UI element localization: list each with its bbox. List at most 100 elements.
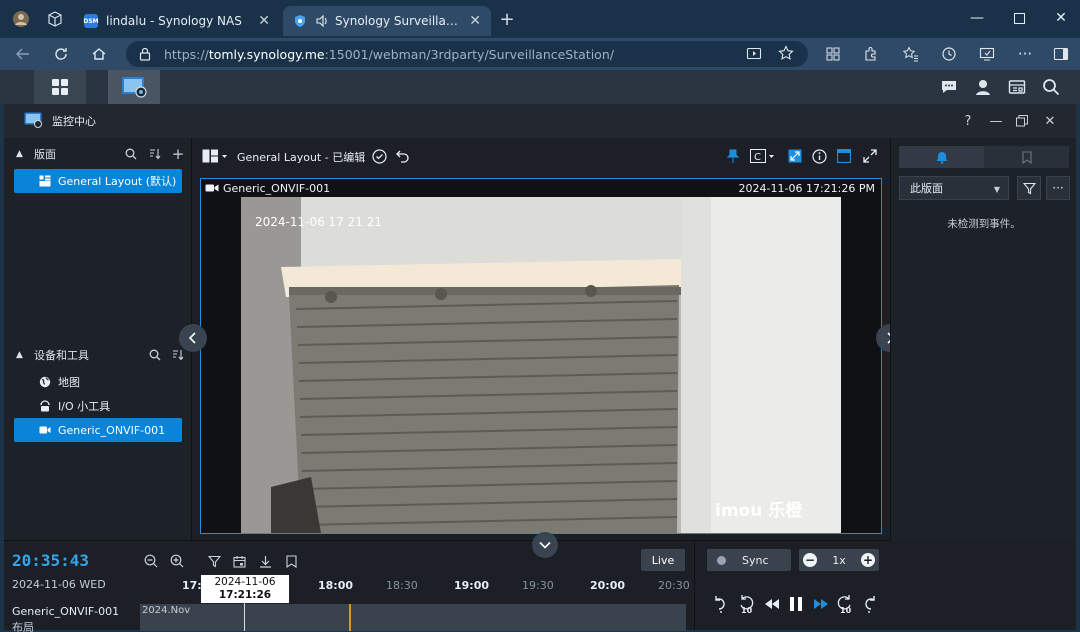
close-window-icon[interactable]: ✕ — [1046, 8, 1076, 28]
new-tab-icon[interactable]: + — [498, 9, 516, 30]
speed-increase-button[interactable]: + — [860, 553, 875, 567]
tab-surveillance-station[interactable]: Synology Surveillance Station ✕ — [283, 6, 491, 36]
devices-section-title: 设备和工具 — [34, 349, 89, 362]
event-scope-select[interactable]: 此版面 ▼ — [899, 176, 1009, 200]
favorites-icon[interactable] — [902, 45, 920, 63]
refresh-icon[interactable] — [52, 45, 70, 63]
pause-icon[interactable] — [787, 594, 805, 614]
screen-cast-icon[interactable] — [978, 45, 996, 63]
info-icon[interactable] — [811, 148, 827, 164]
more-options-button[interactable]: ··· — [1046, 176, 1070, 200]
collapse-caret-icon[interactable]: ▲ — [16, 149, 26, 159]
track-month-label: 2024.Nov — [142, 605, 191, 616]
fast-forward-icon[interactable] — [812, 594, 830, 614]
aspect-ratio-icon[interactable] — [787, 148, 803, 164]
favorite-star-icon[interactable] — [778, 45, 794, 64]
browser-titlebar: DSM lindalu - Synology NAS ✕ Synology Su… — [0, 0, 1080, 38]
pin-icon[interactable] — [725, 148, 741, 164]
search-icon[interactable] — [124, 147, 138, 161]
close-app-icon[interactable]: ✕ — [1042, 113, 1058, 129]
minimize-window-icon[interactable]: — — [962, 8, 992, 28]
back-icon[interactable] — [14, 45, 32, 63]
sync-indicator-icon — [717, 555, 726, 565]
collapse-caret-icon[interactable]: ▲ — [16, 350, 26, 360]
timeline-tick: 20:00 — [590, 579, 626, 592]
live-button[interactable]: Live — [641, 549, 685, 571]
widgets-icon[interactable] — [1008, 78, 1026, 96]
device-item-camera[interactable]: Generic_ONVIF-001 — [14, 418, 182, 442]
chat-icon[interactable] — [940, 78, 958, 96]
user-icon[interactable] — [974, 78, 992, 96]
fullscreen-icon[interactable] — [862, 148, 878, 164]
sync-toggle[interactable]: Sync — [707, 549, 791, 571]
home-icon[interactable] — [90, 45, 108, 63]
workspaces-icon[interactable] — [46, 10, 64, 28]
next-event-icon[interactable] — [861, 594, 879, 614]
viewer-timestamp: 2024-11-06 17:21:26 PM — [738, 182, 875, 195]
playhead-line[interactable] — [244, 603, 245, 631]
sort-icon[interactable] — [171, 348, 185, 362]
window-mode-icon[interactable] — [836, 148, 852, 164]
lock-icon[interactable] — [138, 47, 152, 61]
current-clock: 20:35:43 — [12, 551, 90, 570]
tab-notifications[interactable] — [899, 146, 984, 168]
bookmark-icon — [1021, 150, 1032, 164]
camera-icon — [38, 423, 52, 437]
undo-icon[interactable] — [395, 148, 411, 164]
tab-synology-nas[interactable]: DSM lindalu - Synology NAS ✕ — [74, 6, 280, 36]
help-icon[interactable]: ? — [960, 113, 976, 129]
save-check-icon[interactable] — [371, 148, 387, 164]
profile-avatar-icon[interactable] — [12, 10, 30, 28]
filter-button[interactable] — [1017, 176, 1041, 200]
recording-marker[interactable] — [349, 604, 351, 631]
sort-icon[interactable] — [148, 147, 162, 161]
display-mode-icon[interactable]: C — [750, 148, 776, 164]
layout-switch-icon[interactable] — [202, 148, 228, 164]
zoom-out-icon[interactable] — [144, 554, 158, 568]
video-frame-image: 2024-11-06 17 21 21 imou 乐橙 — [241, 197, 841, 533]
add-layout-icon[interactable]: + — [171, 145, 185, 163]
download-icon[interactable] — [258, 554, 272, 568]
recording-track[interactable] — [140, 604, 686, 631]
collapse-timeline-button[interactable] — [532, 532, 558, 558]
camera-viewer[interactable]: Generic_ONVIF-001 2024-11-06 17:21:26 PM — [200, 178, 882, 534]
bookmark-icon[interactable] — [284, 554, 298, 568]
search-icon[interactable] — [148, 348, 162, 362]
rewind-10s-icon[interactable]: 10 — [737, 594, 755, 614]
sidebar-toggle-icon[interactable] — [1052, 45, 1070, 63]
layouts-section-header[interactable]: ▲ 版面 + — [4, 141, 192, 167]
devices-section-header[interactable]: ▲ 设备和工具 — [4, 342, 192, 368]
speed-decrease-button[interactable]: − — [803, 553, 817, 567]
tab-bookmarks[interactable] — [984, 146, 1069, 168]
zoom-in-icon[interactable] — [170, 554, 184, 568]
prev-page-button[interactable] — [179, 324, 207, 352]
minimize-app-icon[interactable]: — — [988, 113, 1004, 129]
step-backward-icon[interactable] — [763, 594, 781, 614]
tab-groups-icon[interactable] — [824, 45, 842, 63]
address-field[interactable]: https://tomly.synology.me:15001/webman/3… — [126, 41, 808, 67]
surveillance-app-icon[interactable] — [108, 70, 160, 104]
device-item-io-widget[interactable]: I/O 小工具 — [14, 394, 182, 418]
camera-brand-watermark: imou 乐橙 — [715, 500, 803, 521]
calendar-icon[interactable] — [232, 554, 246, 568]
extensions-icon[interactable] — [862, 45, 880, 63]
current-date: 2024-11-06 WED — [12, 578, 106, 591]
timeline-tick: 20:30 — [658, 579, 690, 592]
filter-icon[interactable] — [207, 554, 221, 568]
more-menu-icon[interactable]: ··· — [1016, 45, 1034, 63]
close-tab-icon[interactable]: ✕ — [469, 13, 481, 29]
speaker-icon[interactable] — [315, 14, 329, 28]
main-menu-icon[interactable] — [34, 70, 86, 104]
search-icon[interactable] — [1042, 78, 1060, 96]
app-available-icon[interactable] — [746, 46, 762, 65]
device-item-map[interactable]: 地图 — [14, 370, 182, 394]
restore-app-icon[interactable] — [1014, 113, 1030, 129]
layout-item-general[interactable]: General Layout (默认) — [14, 169, 182, 193]
event-tabs — [899, 146, 1069, 168]
history-icon[interactable] — [940, 45, 958, 63]
forward-10s-icon[interactable]: 10 — [836, 594, 854, 614]
maximize-window-icon[interactable] — [1004, 8, 1034, 28]
video-feed[interactable]: 2024-11-06 17 21 21 imou 乐橙 — [241, 197, 841, 533]
previous-event-icon[interactable] — [711, 594, 729, 614]
close-tab-icon[interactable]: ✕ — [258, 13, 270, 29]
